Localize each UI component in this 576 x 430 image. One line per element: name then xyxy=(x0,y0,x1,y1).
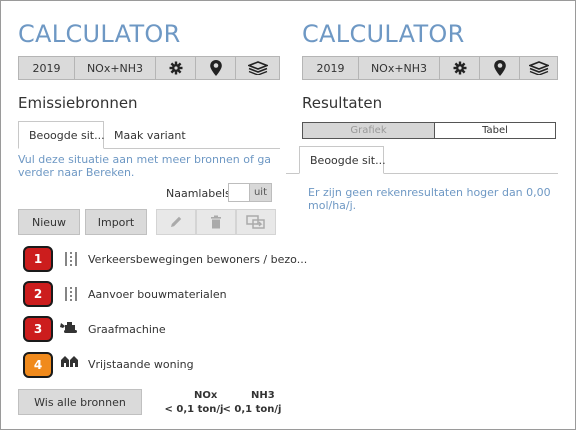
road-icon xyxy=(65,287,77,301)
tab-beoogde-situatie[interactable]: Beoogde sit... xyxy=(299,146,386,174)
substance-selector[interactable]: NOx+NH3 xyxy=(75,56,156,80)
source-number-badge: 1 xyxy=(23,246,53,272)
source-number-badge: 2 xyxy=(23,281,53,307)
layers-button[interactable] xyxy=(520,56,558,80)
delete-button[interactable] xyxy=(196,209,236,235)
view-toggle: Grafiek Tabel xyxy=(302,122,556,139)
import-button[interactable]: Import xyxy=(85,209,147,235)
gear-icon xyxy=(169,61,182,75)
edit-button[interactable] xyxy=(156,209,196,235)
toggle-knob xyxy=(229,184,250,201)
gear-icon xyxy=(453,61,466,75)
layers-icon xyxy=(528,61,549,75)
nh3-total-label: NH3 xyxy=(251,390,275,401)
new-source-button[interactable]: Nieuw xyxy=(18,209,80,235)
location-button[interactable] xyxy=(196,56,236,80)
tab-divider xyxy=(104,148,280,149)
naamlabels-toggle[interactable]: uit xyxy=(228,183,272,202)
source-label: Verkeersbewegingen bewoners / bezo... xyxy=(88,253,308,266)
toggle-tabel[interactable]: Tabel xyxy=(435,123,555,138)
toggle-grafiek[interactable]: Grafiek xyxy=(303,123,435,138)
substance-selector[interactable]: NOx+NH3 xyxy=(359,56,440,80)
source-number-badge: 3 xyxy=(23,316,53,342)
settings-button[interactable] xyxy=(440,56,480,80)
situation-tabs: Beoogde sit... Maak variant xyxy=(18,121,188,149)
year-selector[interactable]: 2019 xyxy=(302,56,359,80)
map-pin-icon xyxy=(493,60,506,76)
source-label: Graafmachine xyxy=(88,323,166,336)
excavator-icon xyxy=(60,322,77,333)
naamlabels-label: Naamlabels xyxy=(166,187,231,200)
trash-icon xyxy=(211,215,221,229)
copy-icon xyxy=(246,215,265,229)
clear-all-sources-button[interactable]: Wis alle bronnen xyxy=(18,389,142,415)
house-icon xyxy=(61,356,78,367)
results-tabs: Beoogde sit... xyxy=(299,146,386,174)
pencil-icon xyxy=(171,216,182,227)
tab-maak-variant[interactable]: Maak variant xyxy=(104,121,188,149)
year-selector[interactable]: 2019 xyxy=(18,56,75,80)
tab-beoogde-situatie[interactable]: Beoogde sit... xyxy=(18,121,105,149)
copy-button[interactable] xyxy=(236,209,276,235)
info-text: Vul deze situatie aan met meer bronnen o… xyxy=(18,153,272,179)
no-results-message: Er zijn geen rekenresultaten hoger dan 0… xyxy=(308,186,551,212)
road-icon xyxy=(65,252,77,266)
toggle-state: uit xyxy=(250,184,271,201)
tab-divider-right xyxy=(384,173,558,174)
app-title: CALCULATOR xyxy=(18,20,181,48)
map-pin-icon xyxy=(209,60,222,76)
section-title: Resultaten xyxy=(302,94,383,112)
source-label: Vrijstaande woning xyxy=(88,358,194,371)
location-button[interactable] xyxy=(480,56,520,80)
nox-total-label: NOx xyxy=(194,390,218,401)
source-label: Aanvoer bouwmaterialen xyxy=(88,288,227,301)
app-title: CALCULATOR xyxy=(302,20,465,48)
layers-button[interactable] xyxy=(236,56,280,80)
nh3-total-value: < 0,1 ton/j xyxy=(222,404,282,415)
toolbar: 2019 NOx+NH3 xyxy=(18,56,280,80)
tab-divider-left xyxy=(286,173,299,174)
toolbar: 2019 NOx+NH3 xyxy=(302,56,558,80)
nox-total-value: < 0,1 ton/j xyxy=(164,404,224,415)
layers-icon xyxy=(247,61,268,75)
source-number-badge: 4 xyxy=(23,352,53,378)
section-title: Emissiebronnen xyxy=(18,94,138,112)
settings-button[interactable] xyxy=(156,56,196,80)
